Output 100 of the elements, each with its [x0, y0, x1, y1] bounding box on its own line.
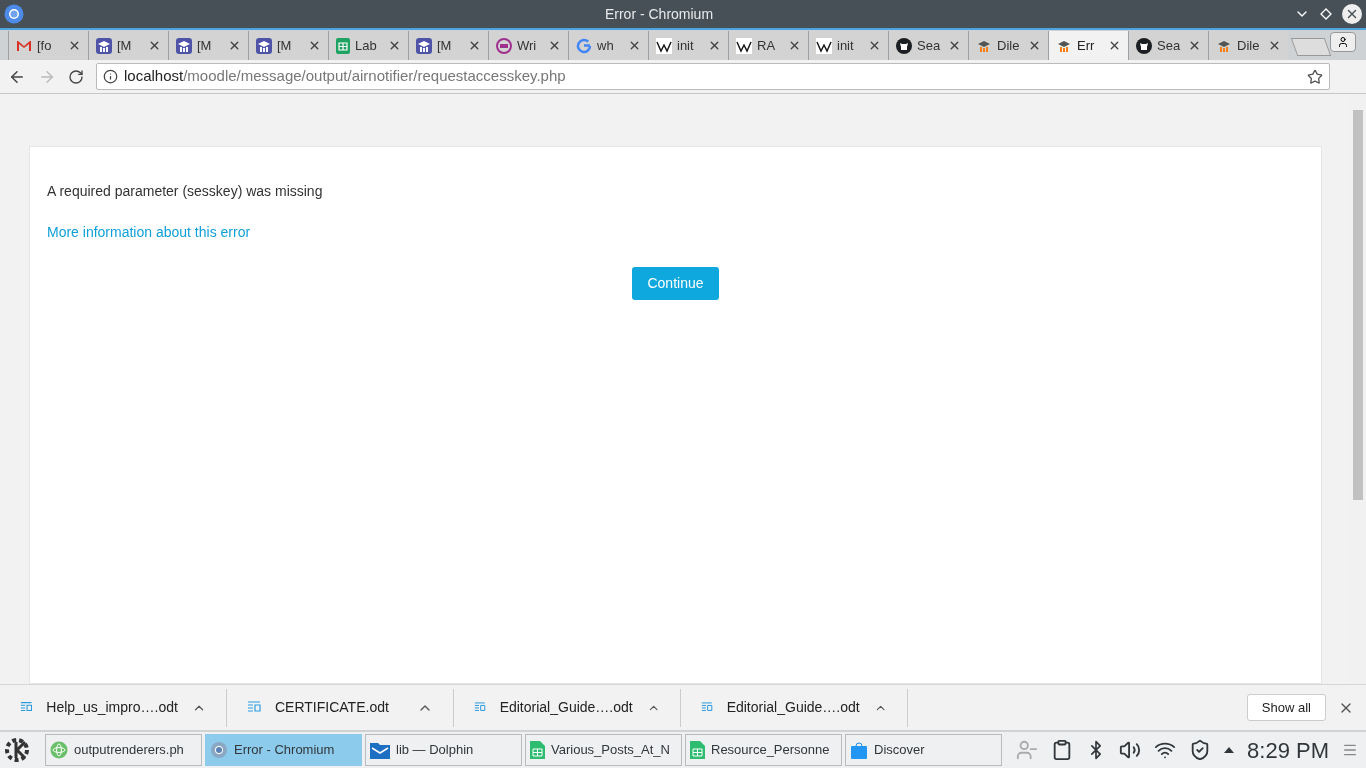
browser-tab[interactable]: Err — [1048, 31, 1128, 60]
error-message: A required parameter (sesskey) was missing — [47, 182, 324, 201]
task-title: Resource_Personne — [711, 741, 830, 760]
browser-logo-icon — [4, 4, 24, 24]
spreadsheet-icon — [530, 741, 545, 759]
reload-icon[interactable] — [68, 68, 84, 85]
document-icon — [701, 701, 713, 714]
browser-tab[interactable]: Wri — [488, 31, 568, 60]
maximize-icon[interactable] — [1320, 8, 1332, 20]
download-item[interactable]: Help_us_impro….odt — [0, 688, 227, 727]
document-icon — [474, 701, 486, 714]
folder-icon — [370, 741, 390, 759]
wikipedia-icon — [736, 37, 752, 54]
person-icon — [1337, 36, 1349, 48]
volume-icon[interactable] — [1119, 739, 1142, 761]
close-icon — [1345, 7, 1359, 21]
file-name: Editorial_Guide….odt — [499, 698, 633, 717]
task-title: outputrenderers.ph — [74, 741, 184, 760]
mail-icon — [16, 39, 32, 52]
document-icon — [20, 701, 33, 714]
show-all-button[interactable]: Show all — [1246, 694, 1326, 721]
taskbar-item[interactable]: outputrenderers.ph — [45, 734, 202, 766]
bookmark-star-icon[interactable] — [1307, 68, 1323, 85]
close-icon[interactable] — [1188, 39, 1201, 52]
tab-title: [M — [437, 36, 452, 55]
graduation-cap-icon — [96, 37, 112, 54]
download-item[interactable]: Editorial_Guide….odt — [681, 688, 908, 727]
graduation-cap-icon — [416, 37, 432, 54]
close-icon[interactable] — [788, 39, 801, 52]
browser-tab[interactable]: Dile — [1208, 31, 1288, 60]
browser-tab[interactable]: [M — [248, 31, 328, 60]
taskbar-item[interactable]: Resource_Personne — [685, 734, 842, 766]
close-icon[interactable] — [548, 39, 561, 52]
atom-icon — [50, 741, 68, 759]
taskbar-item[interactable]: lib — Dolphin — [365, 734, 522, 766]
tab-title: Lab — [355, 36, 377, 55]
browser-tab[interactable]: Lab — [328, 31, 408, 60]
file-name: Help_us_impro….odt — [46, 698, 178, 717]
task-title: Error - Chromium — [234, 741, 335, 760]
close-icon[interactable] — [468, 39, 481, 52]
taskbar-item[interactable]: Various_Posts_At_N — [525, 734, 682, 766]
tab-title: Sea — [917, 36, 941, 55]
graduation-cap-icon — [176, 37, 192, 54]
close-icon[interactable] — [868, 39, 881, 52]
task-title: Discover — [874, 741, 925, 760]
file-name: Editorial_Guide….odt — [726, 698, 860, 717]
close-icon[interactable] — [308, 39, 321, 52]
browser-tab[interactable]: [M — [408, 31, 488, 60]
browser-tab[interactable]: [M — [168, 31, 248, 60]
close-icon[interactable] — [68, 39, 81, 52]
profile-button[interactable] — [1330, 32, 1356, 52]
taskbar-item[interactable]: Discover — [845, 734, 1002, 766]
window-title: Error - Chromium — [603, 4, 715, 24]
spreadsheet-icon — [690, 741, 705, 759]
tab-title: Err — [1077, 36, 1095, 55]
url-text: localhost/moodle/message/output/airnotifier/requestaccesskey.php — [124, 66, 567, 87]
info-icon — [103, 69, 118, 84]
task-title: Various_Posts_At_N — [551, 741, 670, 760]
google-g-icon — [576, 37, 592, 54]
close-icon[interactable] — [708, 39, 721, 52]
spreadsheet-icon — [336, 37, 350, 54]
close-icon[interactable] — [628, 39, 641, 52]
tab-title: Dile — [1237, 36, 1260, 55]
close-icon[interactable] — [948, 39, 961, 52]
browser-tab[interactable]: RA — [728, 31, 808, 60]
clock[interactable]: 8:29 PM — [1247, 733, 1329, 767]
address-bar[interactable]: localhost/moodle/message/output/airnotifier/requestaccesskey.php — [96, 63, 1330, 90]
tab-title: init — [677, 36, 694, 55]
caret-up-icon[interactable] — [1224, 747, 1235, 753]
close-icon[interactable] — [388, 39, 401, 52]
tab-title: Sea — [1157, 36, 1181, 55]
download-item[interactable]: CERTIFICATE.odt — [227, 688, 454, 727]
taskbar-item[interactable]: Error - Chromium — [205, 734, 362, 766]
browser-tab[interactable]: init — [808, 31, 888, 60]
shopping-bag-icon — [850, 741, 868, 759]
browser-logo-icon — [210, 741, 228, 759]
menu-icon[interactable] — [1342, 742, 1358, 758]
tab-title: Wri — [517, 36, 537, 55]
browser-tab[interactable]: Sea — [888, 31, 968, 60]
browser-tab[interactable]: Dile — [968, 31, 1048, 60]
close-icon[interactable] — [1268, 39, 1281, 52]
close-icon[interactable] — [1028, 39, 1041, 52]
tab-title: wh — [597, 36, 614, 55]
browser-tab[interactable]: Sea — [1128, 31, 1208, 60]
browser-tab[interactable]: init — [648, 31, 728, 60]
close-icon[interactable] — [148, 39, 161, 52]
graduation-cap-icon — [256, 37, 272, 54]
tab-title: [M — [277, 36, 292, 55]
file-name: CERTIFICATE.odt — [275, 698, 390, 717]
download-item[interactable]: Editorial_Guide….odt — [454, 688, 681, 727]
close-button[interactable] — [1342, 4, 1362, 24]
tab-title: init — [837, 36, 854, 55]
close-icon[interactable] — [228, 39, 241, 52]
tab-title: RA — [757, 36, 776, 55]
browser-tab[interactable]: [M — [88, 31, 168, 60]
tab-title: [M — [197, 36, 212, 55]
tab-title: [M — [117, 36, 132, 55]
close-icon[interactable] — [1108, 39, 1121, 52]
browser-tab[interactable]: wh — [568, 31, 648, 60]
browser-tab[interactable]: [fo — [8, 31, 88, 60]
